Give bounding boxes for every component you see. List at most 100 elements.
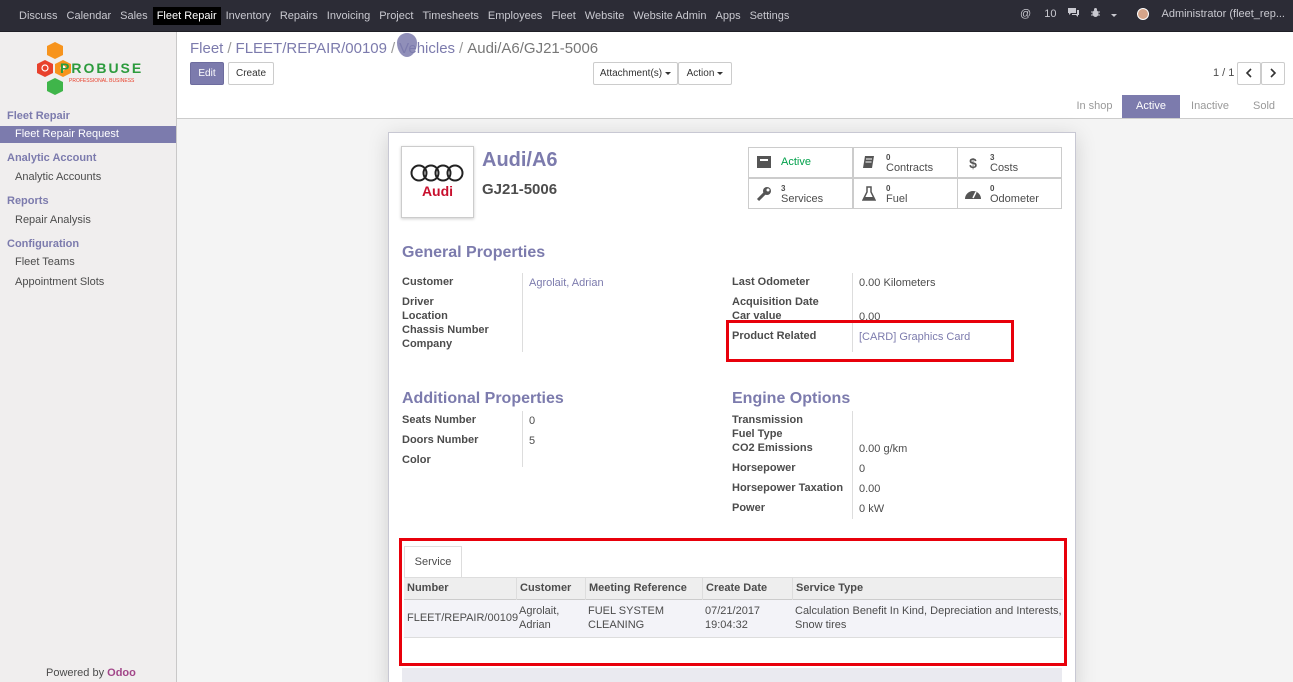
sidebar-item-analytic-accounts[interactable]: Analytic Accounts [0, 169, 176, 186]
contracts-count: 0 [886, 153, 891, 162]
chevron-left-icon [1245, 68, 1252, 78]
statusbar: In shop Active Inactive Sold [177, 95, 1293, 119]
company-label: Company [402, 338, 453, 350]
edit-button[interactable]: Edit [190, 62, 224, 85]
costs-count: 3 [990, 153, 995, 162]
attachments-label: Attachment(s) [599, 68, 663, 79]
contracts-label: Contracts [886, 162, 934, 174]
breadcrumb-repair[interactable]: FLEET/REPAIR/00109 [236, 40, 387, 57]
sidebar-item-fleet-teams[interactable]: Fleet Teams [0, 254, 176, 271]
odoo-link[interactable]: Odoo [107, 667, 136, 679]
create-button[interactable]: Create [228, 62, 274, 85]
user-name: Administrator (fleet_rep... [1161, 7, 1286, 20]
menu-invoicing[interactable]: Invoicing [323, 7, 374, 25]
chevron-right-icon [1270, 68, 1277, 78]
section-fleet-repair: Fleet Repair [7, 110, 70, 122]
power-label: Power [732, 502, 766, 514]
menu-fleet-repair[interactable]: Fleet Repair [152, 7, 221, 25]
breadcrumb-current: Audi/A6/GJ21-5006 [467, 40, 599, 57]
dollar-icon: $ [969, 155, 977, 171]
active-doc-icon [755, 155, 773, 171]
form-bottom-area [402, 668, 1062, 682]
breadcrumb-fleet[interactable]: Fleet [190, 40, 223, 57]
license-plate: GJ21-5006 [482, 181, 558, 198]
stage-inactive[interactable]: Inactive [1180, 95, 1240, 118]
menu-sales[interactable]: Sales [116, 7, 152, 25]
pager-previous-button[interactable] [1237, 62, 1261, 85]
company-logo: PROBUSE PROFESSIONAL BUSINESS [35, 40, 147, 100]
contracts-button[interactable]: 0 Contracts [853, 147, 958, 178]
powered-by: Powered by Odoo [46, 667, 136, 679]
last-odometer-label: Last Odometer [732, 276, 810, 288]
power-unit: kW [868, 503, 885, 515]
pager-value: 1 / 1 [1213, 67, 1235, 79]
vehicle-image[interactable]: Audi [401, 146, 474, 218]
menu-fleet[interactable]: Fleet [547, 7, 579, 25]
stage-sold[interactable]: Sold [1240, 95, 1288, 118]
co2-number: 0.00 [859, 443, 881, 455]
odometer-unit: Kilometers [883, 277, 936, 289]
horsepower-tax-value: 0.00 [859, 483, 881, 495]
sidebar-item-fleet-repair-request[interactable]: Fleet Repair Request [0, 126, 176, 143]
pager-next-button[interactable] [1261, 62, 1285, 85]
at-icon: @ [1020, 8, 1032, 20]
doors-value: 5 [529, 435, 536, 447]
costs-button[interactable]: $ 3 Costs [957, 147, 1062, 178]
breadcrumb: Fleet / FLEET/REPAIR/00109/Vehicles / Audi/A… [190, 40, 598, 57]
attachments-button[interactable]: Attachment(s) [593, 62, 678, 85]
doors-label: Doors Number [402, 434, 479, 446]
driver-label: Driver [402, 296, 434, 308]
tachometer-icon [964, 186, 982, 202]
menu-apps[interactable]: Apps [712, 7, 745, 25]
active-toggle-button[interactable]: Active [748, 147, 853, 178]
app-menu: Discuss Calendar Sales Fleet Repair Inve… [15, 7, 794, 25]
section-reports: Reports [7, 195, 49, 207]
active-label: Active [781, 156, 811, 168]
menu-discuss[interactable]: Discuss [15, 7, 62, 25]
menu-employees[interactable]: Employees [484, 7, 546, 25]
seats-label: Seats Number [402, 414, 476, 426]
action-button[interactable]: Action [678, 62, 732, 85]
menu-settings[interactable]: Settings [746, 7, 794, 25]
co2-value: 0.00 g/km [859, 443, 907, 455]
odometer-count: 0 [990, 184, 995, 193]
vehicle-model: Audi/A6 [482, 149, 558, 171]
menu-website-admin[interactable]: Website Admin [629, 7, 710, 25]
odometer-button[interactable]: 0 Odometer [957, 178, 1062, 209]
mentions-indicator[interactable]: @ 10 [1010, 8, 1056, 20]
seats-value: 0 [529, 415, 536, 427]
customer-value[interactable]: Agrolait, Adrian [529, 277, 604, 289]
stage-in-shop[interactable]: In shop [1067, 95, 1122, 118]
chassis-label: Chassis Number [402, 324, 489, 336]
field-divider [852, 411, 853, 519]
co2-label: CO2 Emissions [732, 442, 813, 454]
logo-text: PROBUSE [60, 60, 144, 76]
horsepower-tax-label: Horsepower Taxation [732, 482, 844, 494]
menu-repairs[interactable]: Repairs [276, 7, 322, 25]
menu-calendar[interactable]: Calendar [63, 7, 116, 25]
additional-properties-title: Additional Properties [402, 390, 564, 407]
services-button[interactable]: 3 Services [748, 178, 853, 209]
menu-project[interactable]: Project [375, 7, 417, 25]
sidebar-item-repair-analysis[interactable]: Repair Analysis [0, 212, 176, 229]
stage-active[interactable]: Active [1122, 95, 1180, 118]
highlight-box-product [726, 320, 1014, 362]
sidebar-item-appointment-slots[interactable]: Appointment Slots [0, 274, 176, 291]
bug-icon[interactable] [1090, 7, 1117, 21]
color-label: Color [402, 454, 431, 466]
audi-rings-icon [410, 164, 464, 182]
transmission-label: Transmission [732, 414, 803, 426]
menu-website[interactable]: Website [581, 7, 629, 25]
avatar [1136, 8, 1149, 21]
last-odometer-value: 0.00 Kilometers [859, 277, 935, 289]
co2-unit: g/km [883, 443, 908, 455]
fuel-button[interactable]: 0 Fuel [853, 178, 958, 209]
location-label: Location [402, 310, 448, 322]
menu-inventory[interactable]: Inventory [222, 7, 275, 25]
field-divider [522, 273, 523, 352]
highlight-box-service [399, 538, 1067, 666]
user-menu[interactable]: Administrator (fleet_rep... [1127, 7, 1286, 21]
menu-timesheets[interactable]: Timesheets [418, 7, 482, 25]
chat-icon[interactable] [1067, 7, 1080, 21]
general-properties-title: General Properties [402, 244, 546, 261]
